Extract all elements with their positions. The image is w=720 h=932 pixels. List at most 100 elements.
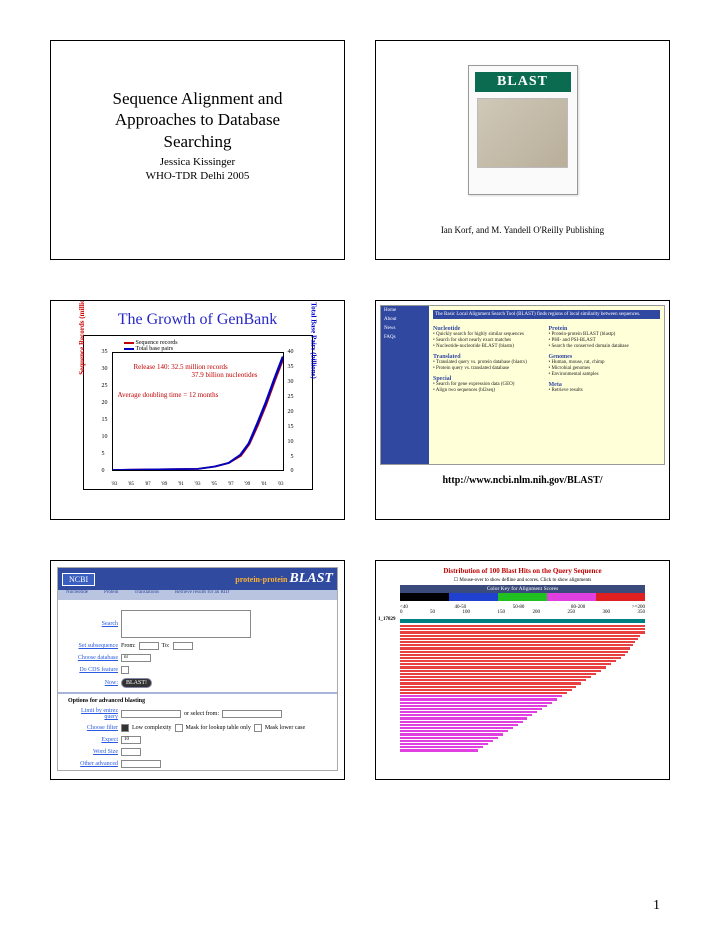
hit-bars: 1_17829 <box>400 619 645 752</box>
y-axis-left-label: Sequence Records (millions) <box>78 300 86 374</box>
ncbi-screenshot: Home About News FAQs The Basic Local Ali… <box>380 305 665 465</box>
color-key-label: Color Key for Alignment Scores <box>400 585 645 593</box>
chart-annotation: Release 140: 32.5 million records 37.9 b… <box>134 364 258 379</box>
hit-bar[interactable] <box>400 730 508 732</box>
blast-form-screenshot: NCBI protein-protein BLAST NucleotidePro… <box>57 567 338 771</box>
hit-bar[interactable] <box>400 746 483 748</box>
hit-bar[interactable] <box>400 733 503 735</box>
title-line: Approaches to Database <box>113 109 283 130</box>
ytick: 15 <box>288 424 294 430</box>
ytick: 0 <box>291 468 294 474</box>
hit-bar[interactable] <box>400 686 576 688</box>
label-expect: Expect <box>68 737 118 743</box>
hit-bar[interactable] <box>400 663 611 665</box>
slide-book: BLAST Ian Korf, and M. Yandell O'Reilly … <box>375 40 670 260</box>
x-axis-ticks: 050100150200250300350 <box>400 610 645 615</box>
book-title: BLAST <box>475 72 571 92</box>
hit-bar[interactable] <box>400 647 630 649</box>
hit-bar[interactable] <box>400 743 488 745</box>
chart-title: The Growth of GenBank <box>57 311 338 329</box>
label-filter: Choose filter <box>68 725 118 731</box>
y-axis-right-label: Total Base Pairs (billions) <box>310 302 318 379</box>
ncbi-logo: NCBI <box>62 573 95 586</box>
hits-instruction: ☐ Mouse-over to show defline and scores.… <box>382 577 663 583</box>
hit-bar[interactable] <box>400 641 635 643</box>
url-caption: http://www.ncbi.nlm.nih.gov/BLAST/ <box>380 475 665 486</box>
hit-bar[interactable] <box>400 673 596 675</box>
x-ticks: '83'85'87'89'91'93'95'97'99'01'03 <box>112 482 284 487</box>
hit-bar[interactable] <box>400 708 542 710</box>
hit-bar[interactable] <box>400 625 645 627</box>
hit-bar[interactable] <box>400 628 645 630</box>
hit-bar[interactable] <box>400 721 523 723</box>
hit-bar[interactable] <box>400 631 645 633</box>
hit-bar[interactable] <box>400 666 606 668</box>
hit-bar[interactable] <box>400 737 498 739</box>
hits-title: Distribution of 100 Blast Hits on the Qu… <box>382 567 663 575</box>
hit-bar[interactable] <box>400 717 527 719</box>
ytick: 35 <box>288 364 294 370</box>
blast-logo: protein-protein BLAST <box>235 571 333 587</box>
hit-bar[interactable] <box>400 682 581 684</box>
hit-bar[interactable] <box>400 711 537 713</box>
ytick: 40 <box>288 349 294 355</box>
ytick: 20 <box>288 409 294 415</box>
book-caption: Ian Korf, and M. Yandell O'Reilly Publis… <box>441 225 604 235</box>
slide-ncbi-blast-home: Home About News FAQs The Basic Local Ali… <box>375 300 670 520</box>
hit-bar[interactable] <box>400 676 591 678</box>
book-illustration <box>477 98 567 168</box>
hit-bar[interactable] <box>400 654 625 656</box>
author: Jessica Kissinger <box>113 156 283 168</box>
hit-bar[interactable] <box>400 698 557 700</box>
hit-bar[interactable] <box>400 727 513 729</box>
ytick: 30 <box>102 366 108 372</box>
ytick: 10 <box>102 434 108 440</box>
chart-legend: Sequence records Total base pairs <box>124 340 178 352</box>
hit-bar[interactable] <box>400 740 493 742</box>
hit-bar[interactable] <box>400 705 547 707</box>
hit-bar[interactable] <box>400 638 638 640</box>
chart-annotation: Average doubling time = 12 months <box>118 391 219 399</box>
ytick: 10 <box>288 439 294 445</box>
ytick: 25 <box>288 394 294 400</box>
label-limit: Limit by entrez query <box>68 708 118 720</box>
slide-genbank-chart: The Growth of GenBank Sequence records T… <box>50 300 345 520</box>
ytick: 5 <box>102 451 105 457</box>
label-search: Search <box>68 621 118 627</box>
hit-bar[interactable] <box>400 702 552 704</box>
hit-bar[interactable] <box>400 749 478 751</box>
slide-title: Sequence Alignment and Approaches to Dat… <box>50 40 345 260</box>
hit-bar[interactable] <box>400 689 572 691</box>
ytick: 0 <box>102 468 105 474</box>
title-line: Sequence Alignment and <box>113 88 283 109</box>
book-cover: BLAST <box>468 65 578 195</box>
hit-bar[interactable] <box>400 692 567 694</box>
hit-bar[interactable] <box>400 644 633 646</box>
event: WHO-TDR Delhi 2005 <box>113 170 283 182</box>
chart-area: Sequence records Total base pairs Sequen… <box>83 335 313 490</box>
hit-bar[interactable] <box>400 651 628 653</box>
blast-tabs[interactable]: NucleotideProteinTranslationsRetrieve re… <box>58 590 337 600</box>
query-label: 1_17829 <box>378 617 396 622</box>
hit-bar[interactable] <box>400 657 621 659</box>
hit-bar[interactable] <box>400 635 640 637</box>
hit-bar[interactable] <box>400 724 518 726</box>
label-database: Choose database <box>68 655 118 661</box>
label-other: Other advanced <box>68 761 118 767</box>
hit-bar[interactable] <box>400 679 586 681</box>
ytick: 15 <box>102 417 108 423</box>
hit-bar[interactable] <box>400 714 532 716</box>
slide-blast-hits: Distribution of 100 Blast Hits on the Qu… <box>375 560 670 780</box>
label-wordsize: Word Size <box>68 749 118 755</box>
ncbi-sidebar: Home About News FAQs <box>381 306 429 464</box>
label-cds: Do CDS feature <box>68 667 118 673</box>
page-number: 1 <box>653 898 660 914</box>
label-subsequence: Set subsequence <box>68 643 118 649</box>
label-now: Now: <box>68 680 118 686</box>
hit-bar[interactable] <box>400 695 562 697</box>
hit-bar[interactable] <box>400 660 616 662</box>
blast-button[interactable]: BLAST! <box>121 678 152 688</box>
hit-bar[interactable] <box>400 670 601 672</box>
ytick: 35 <box>102 349 108 355</box>
ytick: 20 <box>102 400 108 406</box>
